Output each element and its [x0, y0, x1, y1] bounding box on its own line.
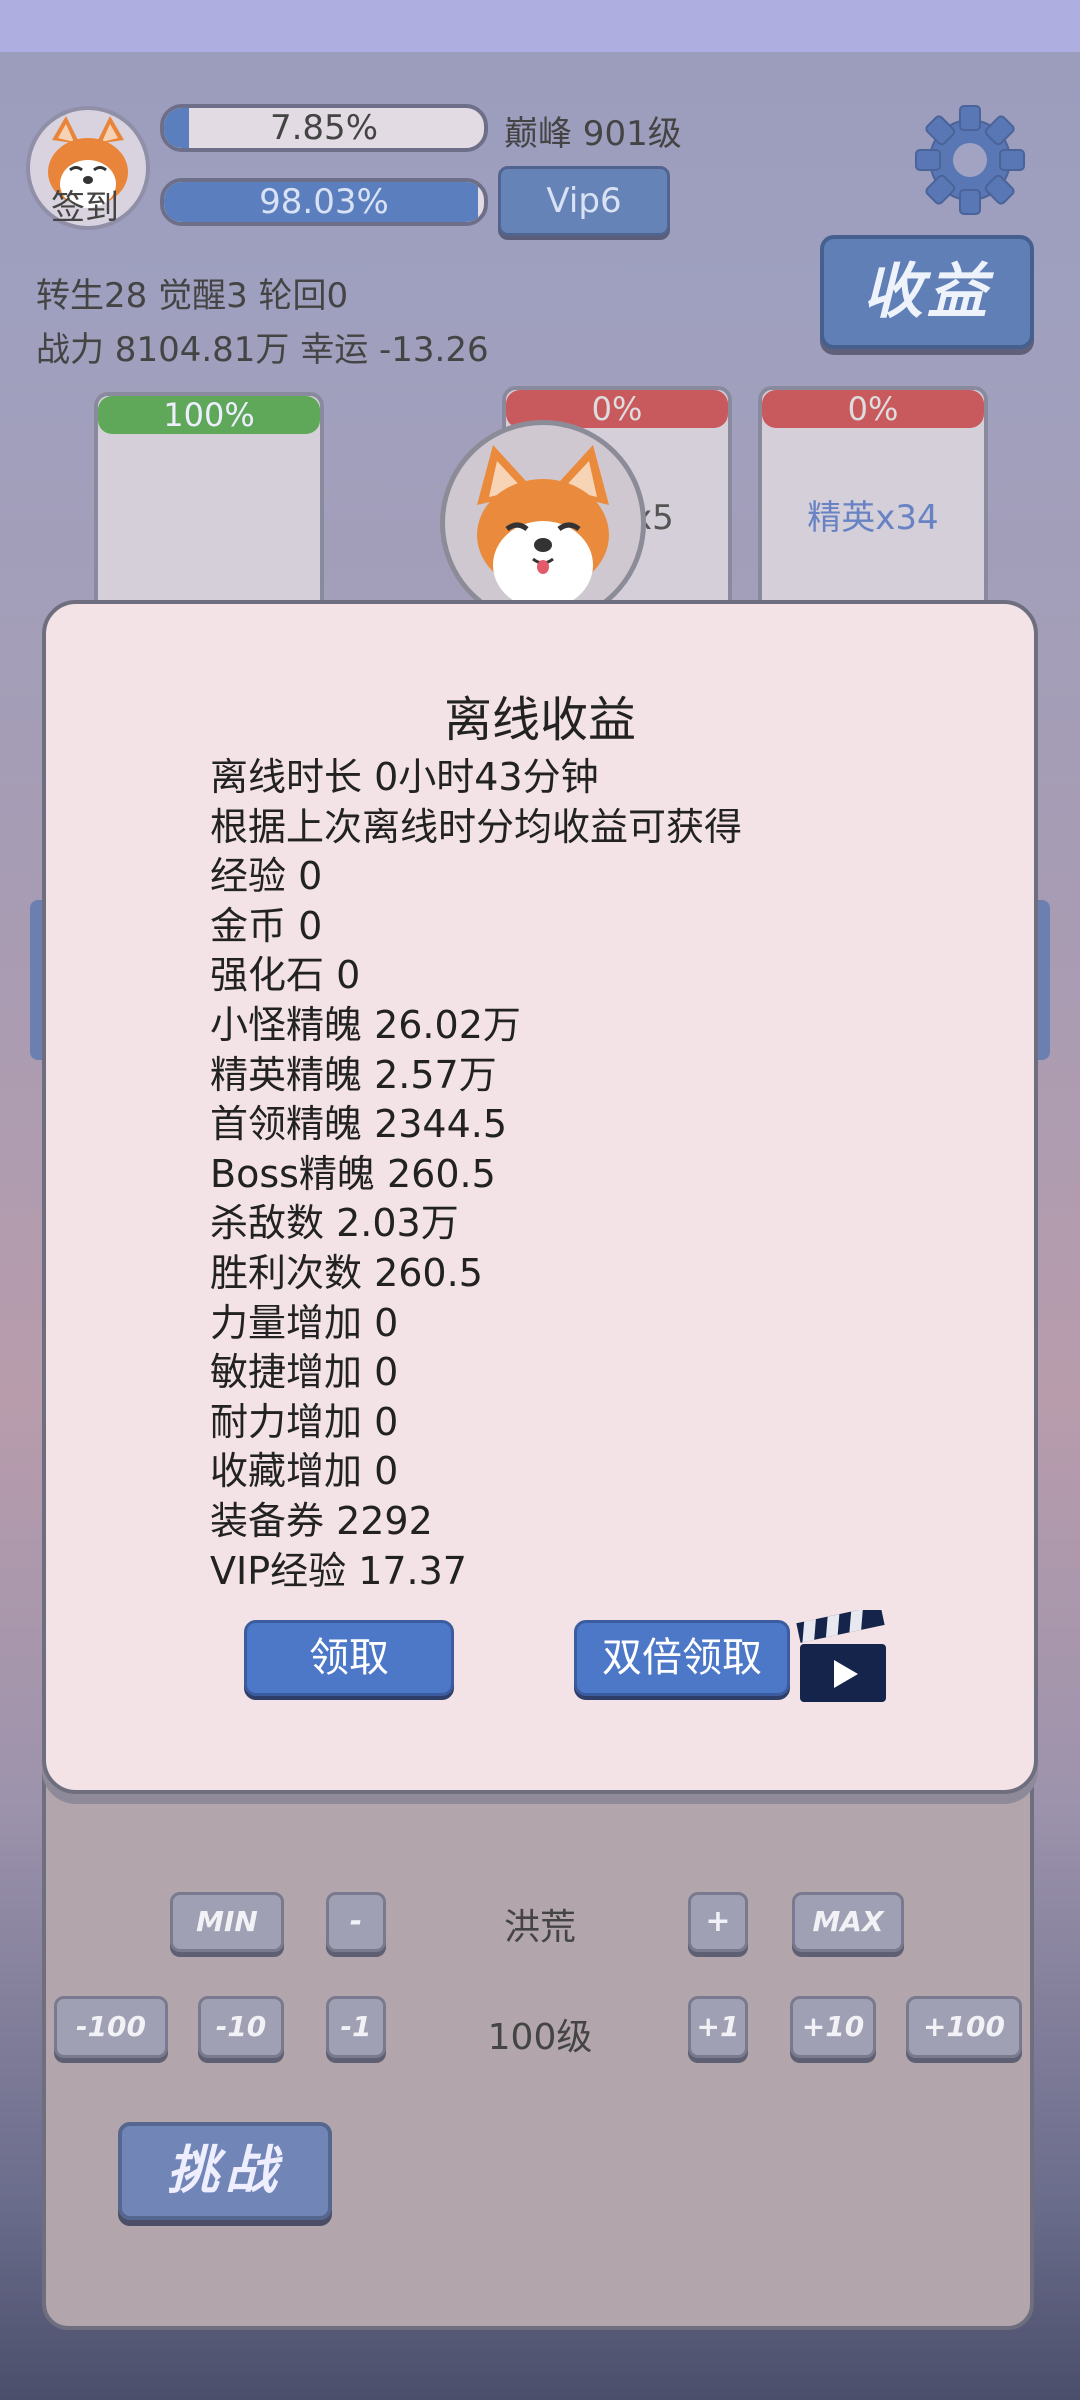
reward-row: 装备券 2292 — [210, 1499, 433, 1543]
power-line: 战力 8104.81万 幸运 -13.26 — [36, 330, 489, 370]
minus-1-button[interactable]: -1 — [326, 1996, 386, 2058]
dialog-info-line: 根据上次离线时分均收益可获得 — [210, 804, 743, 849]
reward-row: 耐力增加 0 — [210, 1399, 399, 1444]
reward-row: 胜利次数 260.5 — [210, 1251, 483, 1295]
dialog-info-line: 离线时长 0小时43分钟 — [210, 755, 599, 799]
minus-button[interactable]: - — [326, 1892, 386, 1952]
minus-10-button[interactable]: -10 — [198, 1996, 284, 2058]
claim-button[interactable]: 领取 — [244, 1620, 454, 1696]
reward-row: VIP经验 17.37 — [210, 1548, 467, 1593]
exp-progress-bar: 7.85% — [160, 104, 488, 152]
gear-icon — [915, 105, 1025, 215]
reward-row: 经验 0 — [210, 854, 323, 899]
challenge-button[interactable]: 挑战 — [118, 2122, 332, 2220]
reward-row: 小怪精魄 26.02万 — [210, 1003, 521, 1047]
reward-row: 金币 0 — [210, 903, 323, 948]
corgi-pet-icon — [477, 445, 609, 609]
reward-row: 杀敌数 2.03万 — [210, 1201, 459, 1246]
rebirth-line: 转生28 觉醒3 轮回0 — [36, 276, 349, 316]
card-percent: 0% — [762, 390, 984, 428]
stage-card-1[interactable]: 100% — [94, 392, 324, 620]
status-bar — [0, 0, 1080, 52]
reward-row: 精英精魄 2.57万 — [210, 1052, 497, 1097]
stage-card-3[interactable]: 0% 精英x34 — [758, 386, 988, 614]
min-button[interactable]: MIN — [170, 1892, 284, 1952]
plus-10-button[interactable]: +10 — [790, 1996, 876, 2058]
vip-percent-label: 98.03% — [259, 182, 389, 222]
card-label: 精英x34 — [807, 498, 939, 538]
reward-row: 力量增加 0 — [210, 1300, 399, 1345]
level-value: 100级 — [487, 2017, 593, 2058]
minus-100-button[interactable]: -100 — [54, 1996, 168, 2058]
checkin-label[interactable]: 签到 — [40, 180, 130, 229]
reward-row: 首领精魄 2344.5 — [210, 1102, 508, 1147]
clapperboard-icon — [796, 1605, 886, 1702]
plus-1-button[interactable]: +1 — [688, 1996, 748, 2058]
pet-portrait[interactable] — [440, 420, 646, 626]
income-button[interactable]: 收益 — [820, 235, 1034, 349]
plus-button[interactable]: + — [688, 1892, 748, 1952]
plus-100-button[interactable]: +100 — [906, 1996, 1022, 2058]
max-button[interactable]: MAX — [792, 1892, 904, 1952]
difficulty-label: 洪荒 — [503, 1907, 576, 1948]
reward-row: 收藏增加 0 — [210, 1449, 399, 1494]
settings-button[interactable] — [910, 100, 1030, 220]
exp-percent-label: 7.85% — [269, 108, 378, 148]
double-claim-button[interactable]: 双倍领取 — [574, 1620, 790, 1696]
reward-row: Boss精魄 260.5 — [210, 1151, 496, 1196]
dialog-title: 离线收益 — [443, 692, 636, 748]
reward-row: 敏捷增加 0 — [210, 1350, 399, 1395]
reward-row: 强化石 0 — [210, 953, 361, 998]
vip-progress-bar: 98.03% — [160, 178, 488, 226]
watch-video-button[interactable] — [794, 1605, 892, 1706]
card-percent: 100% — [98, 396, 320, 434]
vip-button[interactable]: Vip6 — [498, 166, 670, 236]
level-label: 巅峰 901级 — [504, 114, 682, 154]
